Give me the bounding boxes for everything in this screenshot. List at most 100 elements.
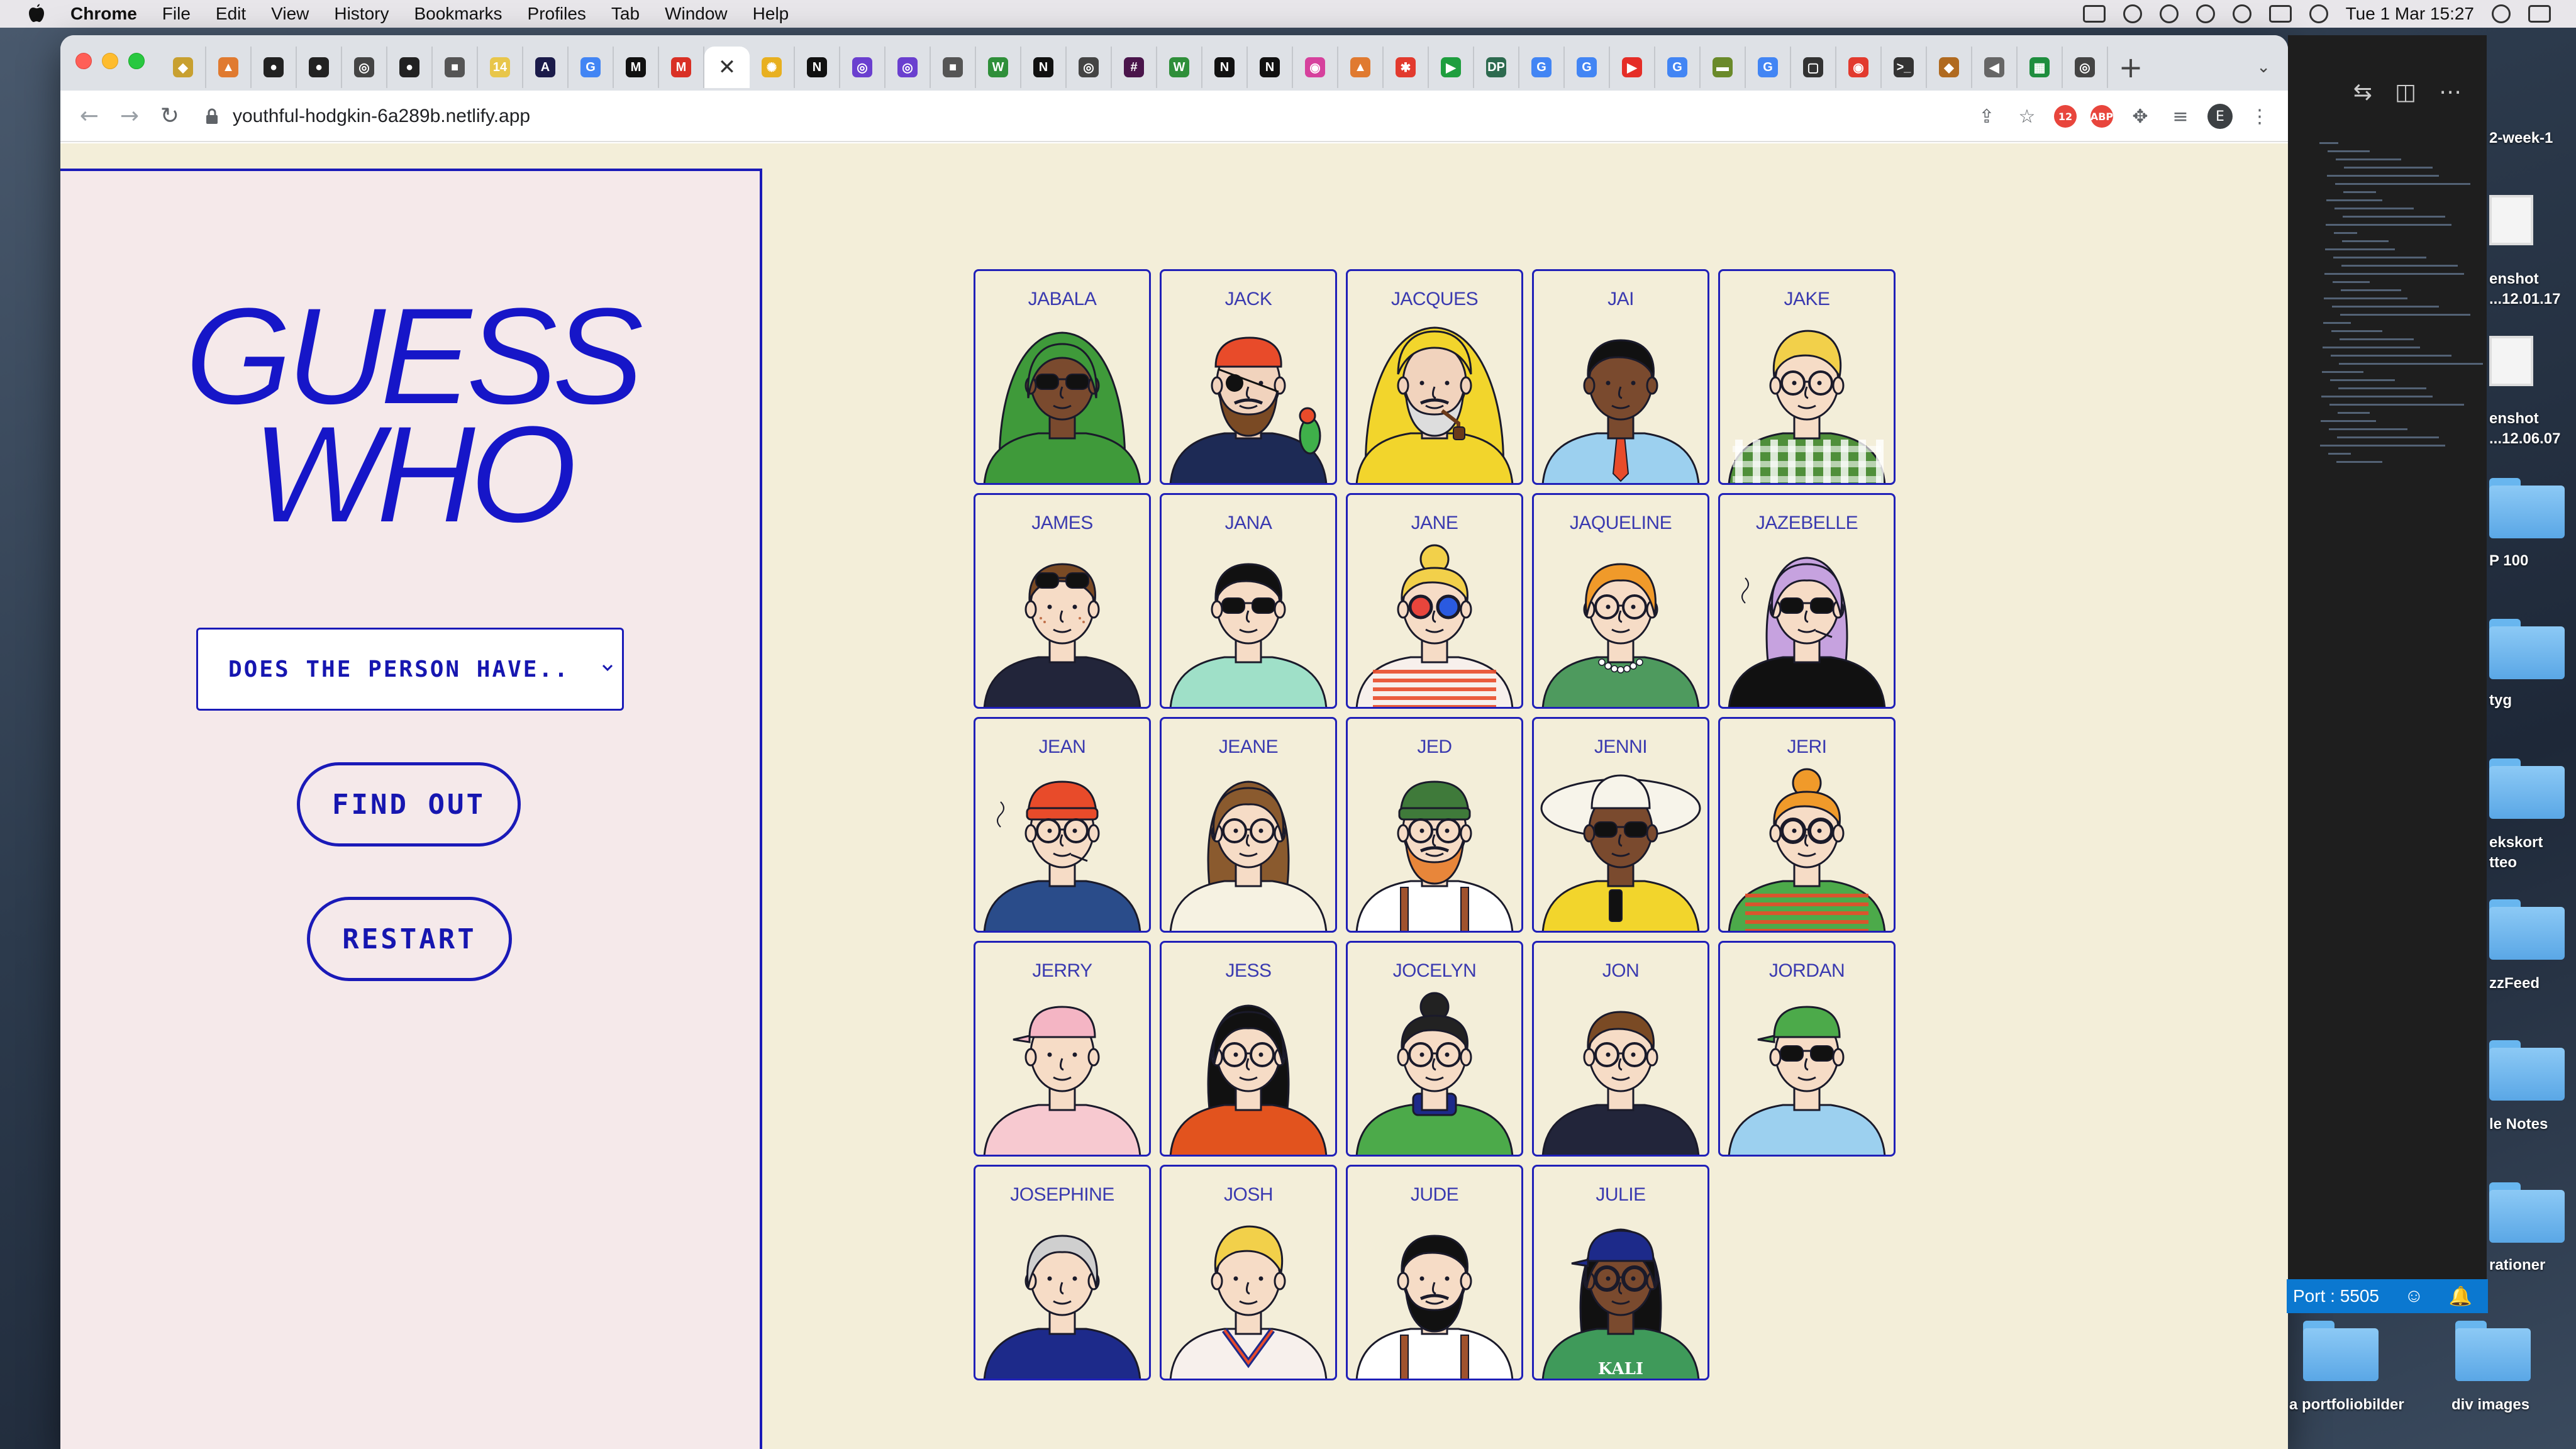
desktop-label[interactable]: div images: [2451, 1396, 2529, 1414]
character-card-jeri[interactable]: JERI: [1718, 717, 1896, 933]
browser-tab[interactable]: ■: [931, 47, 976, 88]
browser-tab[interactable]: N: [1021, 47, 1067, 88]
tab-search-chevron-icon[interactable]: ⌄: [2257, 58, 2270, 77]
browser-tab[interactable]: G: [1655, 47, 1701, 88]
browser-tab[interactable]: ◎: [2063, 47, 2108, 88]
character-card-jed[interactable]: JED: [1346, 717, 1523, 933]
feedback-icon[interactable]: ☺: [2404, 1285, 2424, 1307]
browser-tab[interactable]: ◎: [840, 47, 886, 88]
spotlight-search-icon[interactable]: [2492, 4, 2511, 23]
menu-file[interactable]: File: [162, 4, 191, 24]
character-card-josephine[interactable]: JOSEPHINE: [974, 1165, 1151, 1380]
browser-tab[interactable]: ◉: [1293, 47, 1338, 88]
folder-icon[interactable]: [2489, 1040, 2565, 1101]
ghost-icon[interactable]: [2196, 4, 2215, 23]
character-card-josh[interactable]: JOSH: [1160, 1165, 1337, 1380]
browser-tab[interactable]: A: [523, 47, 569, 88]
browser-tab[interactable]: ●: [387, 47, 433, 88]
browser-tab[interactable]: M: [659, 47, 704, 88]
browser-tab[interactable]: W: [1157, 47, 1202, 88]
new-tab-plus-icon[interactable]: +: [2108, 47, 2153, 88]
browser-tab[interactable]: #: [1112, 47, 1157, 88]
character-card-jacques[interactable]: JACQUES: [1346, 269, 1523, 485]
desktop-label[interactable]: ...12.06.07: [2489, 430, 2560, 448]
browser-tab[interactable]: ▢: [1791, 47, 1836, 88]
browser-tab[interactable]: ◉: [1836, 47, 1882, 88]
more-actions-icon[interactable]: ⋯: [2439, 79, 2462, 105]
browser-tab[interactable]: ◎: [342, 47, 387, 88]
desktop-label[interactable]: 2-week-1: [2489, 130, 2553, 147]
browser-tab[interactable]: ◆: [161, 47, 206, 88]
browser-tab[interactable]: G: [569, 47, 614, 88]
character-card-jabala[interactable]: JABALA: [974, 269, 1151, 485]
character-card-jon[interactable]: JON: [1532, 941, 1709, 1157]
adblock-icon[interactable]: ABP: [2090, 105, 2113, 128]
desktop-label[interactable]: tteo: [2489, 854, 2517, 872]
restart-button[interactable]: RESTART: [307, 897, 512, 981]
reading-list-icon[interactable]: ≡: [2167, 103, 2194, 130]
window-minimize-button[interactable]: [102, 53, 118, 69]
close-tab-icon[interactable]: ✕: [718, 55, 736, 80]
browser-tab[interactable]: G: [1565, 47, 1610, 88]
apple-icon[interactable]: [25, 3, 48, 25]
menu-history[interactable]: History: [334, 4, 389, 24]
wifi-icon[interactable]: [2309, 4, 2328, 23]
browser-tab[interactable]: W: [976, 47, 1021, 88]
extension-calendar-icon[interactable]: 12: [2054, 105, 2077, 128]
browser-tab[interactable]: ▬: [1701, 47, 1746, 88]
vpn-icon[interactable]: [2159, 4, 2179, 23]
browser-tab[interactable]: N: [795, 47, 840, 88]
browser-tab[interactable]: ▶: [1429, 47, 1474, 88]
browser-tab[interactable]: 14: [478, 47, 523, 88]
character-card-jazebelle[interactable]: JAZEBELLE: [1718, 493, 1896, 709]
character-card-jocelyn[interactable]: JOCELYN: [1346, 941, 1523, 1157]
reload-icon[interactable]: ↻: [150, 96, 190, 136]
folder-icon[interactable]: [2489, 899, 2565, 960]
desktop-label[interactable]: ...12.01.17: [2489, 291, 2560, 308]
window-close-button[interactable]: [75, 53, 92, 69]
desktop-label[interactable]: zzFeed: [2489, 975, 2540, 992]
profile-avatar[interactable]: E: [2207, 104, 2233, 129]
browser-tab[interactable]: DP: [1474, 47, 1519, 88]
character-card-jude[interactable]: JUDE: [1346, 1165, 1523, 1380]
menu-tab[interactable]: Tab: [611, 4, 640, 24]
screenshot-thumbnail-icon[interactable]: [2489, 195, 2533, 245]
browser-tab[interactable]: G: [1519, 47, 1565, 88]
menu-edit[interactable]: Edit: [216, 4, 246, 24]
desktop-label[interactable]: ekskort: [2489, 834, 2543, 852]
back-arrow-icon[interactable]: ←: [69, 96, 109, 136]
browser-tab[interactable]: ▲: [1338, 47, 1384, 88]
extensions-puzzle-icon[interactable]: ✥: [2127, 103, 2153, 130]
control-center-icon[interactable]: [2528, 5, 2551, 23]
browser-tab[interactable]: ✱: [1384, 47, 1429, 88]
character-card-jane[interactable]: JANE: [1346, 493, 1523, 709]
bluetooth-icon[interactable]: [2232, 4, 2251, 23]
folder-icon[interactable]: [2455, 1321, 2531, 1381]
browser-tab[interactable]: ◆: [1927, 47, 1972, 88]
browser-tab[interactable]: ▶: [1610, 47, 1655, 88]
editor-minimap[interactable]: [2319, 142, 2483, 494]
folder-icon[interactable]: [2303, 1321, 2379, 1381]
menu-profiles[interactable]: Profiles: [528, 4, 586, 24]
browser-tab[interactable]: ✺: [750, 47, 795, 88]
desktop-label[interactable]: le Notes: [2489, 1116, 2548, 1133]
menu-clock[interactable]: Tue 1 Mar 15:27: [2346, 4, 2474, 24]
character-card-jack[interactable]: JACK: [1160, 269, 1337, 485]
display-icon[interactable]: [2082, 5, 2106, 23]
window-zoom-button[interactable]: [128, 53, 145, 69]
browser-tab[interactable]: N: [1248, 47, 1293, 88]
menu-help[interactable]: Help: [753, 4, 789, 24]
share-icon[interactable]: ⇪: [1974, 103, 2000, 130]
compare-icon[interactable]: ⇆: [2353, 79, 2372, 105]
character-card-jai[interactable]: JAI: [1532, 269, 1709, 485]
forward-arrow-icon[interactable]: →: [109, 96, 150, 136]
browser-tab[interactable]: ◎: [1067, 47, 1112, 88]
folder-icon[interactable]: [2489, 758, 2565, 819]
desktop-label[interactable]: enshot: [2489, 410, 2539, 428]
menu-window[interactable]: Window: [665, 4, 728, 24]
character-card-jenni[interactable]: JENNI: [1532, 717, 1709, 933]
browser-tab[interactable]: N: [1202, 47, 1248, 88]
character-card-jess[interactable]: JESS: [1160, 941, 1337, 1157]
character-card-jana[interactable]: JANA: [1160, 493, 1337, 709]
browser-tab[interactable]: ▲: [206, 47, 252, 88]
